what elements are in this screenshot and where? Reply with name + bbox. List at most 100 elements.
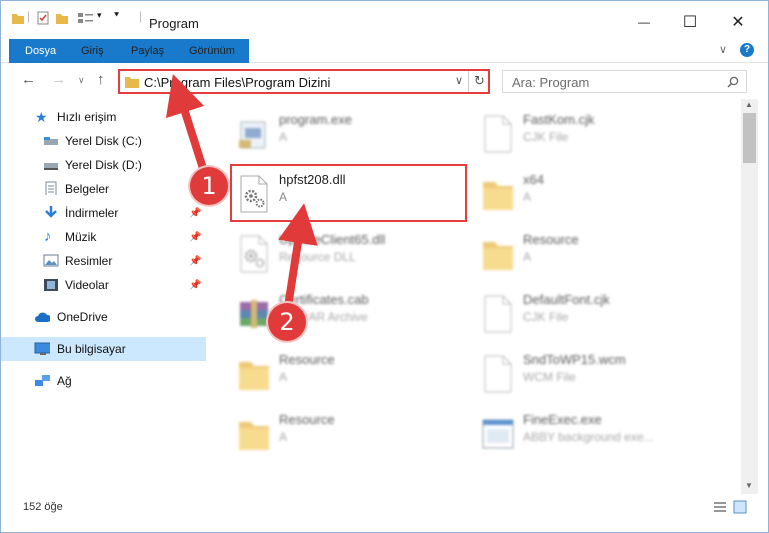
nav-item-network[interactable]: Ağ — [1, 369, 206, 393]
folder-icon — [481, 234, 515, 274]
star-icon: ★ — [35, 109, 48, 125]
folder-icon — [125, 77, 139, 88]
nav-item-local-disk-d[interactable]: Yerel Disk (D:) — [1, 153, 206, 177]
file-icon — [481, 114, 515, 154]
file-type: Resource DLL — [279, 250, 356, 264]
file-item[interactable]: FastKom.cjk CJK File — [475, 104, 715, 162]
nav-item-pictures[interactable]: Resimler 📌 — [1, 249, 206, 273]
minimize-icon: — — [638, 15, 650, 29]
file-type: A — [279, 370, 288, 384]
file-type: A — [279, 430, 288, 444]
scroll-down-icon[interactable]: ▼ — [745, 481, 753, 490]
address-bar[interactable]: C:\Program Files\Program Dizini ∨ ↻ — [118, 69, 490, 94]
file-type: CJK File — [523, 310, 569, 324]
nav-item-music[interactable]: ♪ Müzik 📌 — [1, 225, 206, 249]
file-name: Resource — [523, 232, 579, 247]
cloud-icon — [35, 312, 50, 322]
tab-paylas[interactable]: Paylaş — [121, 39, 174, 63]
file-icon — [481, 354, 515, 394]
expand-ribbon-icon[interactable]: ∨ — [719, 43, 727, 56]
archive-icon — [237, 294, 271, 334]
file-list: program.exe A FastKom.cjk CJK File hpfst208.… — [209, 99, 741, 494]
file-item[interactable]: Certificates.cab WinRAR Archive — [231, 284, 471, 342]
videos-icon — [44, 279, 58, 291]
nav-item-documents[interactable]: Belgeler 📌 — [1, 177, 206, 201]
maximize-button[interactable]: ☐ — [667, 7, 713, 37]
file-item[interactable]: UpdateClient65.dll Resource DLL — [231, 224, 471, 282]
minimize-button[interactable]: — — [621, 7, 667, 37]
maximize-icon: ☐ — [682, 14, 698, 31]
pin-icon[interactable]: 📌 — [189, 208, 201, 219]
search-icon — [727, 76, 739, 88]
file-name: Resource — [279, 352, 335, 367]
nav-item-videos[interactable]: Videolar 📌 — [1, 273, 206, 297]
computer-icon — [34, 342, 50, 355]
details-view-icon[interactable] — [713, 501, 727, 513]
file-type: CJK File — [523, 130, 569, 144]
tab-giris[interactable]: Giriş — [71, 39, 114, 63]
download-icon — [45, 206, 57, 218]
navigation-pane: ★ Hızlı erişim Yerel Disk (C:) Yerel Dis… — [1, 99, 206, 494]
nav-item-local-disk-c[interactable]: Yerel Disk (C:) — [1, 129, 206, 153]
scrollbar-thumb[interactable] — [743, 113, 756, 163]
recent-locations-icon[interactable]: ∨ — [78, 75, 85, 86]
help-icon[interactable]: ? — [740, 43, 754, 57]
properties-icon[interactable] — [36, 11, 50, 25]
back-button[interactable]: ← — [21, 71, 36, 88]
network-icon — [35, 375, 50, 386]
folder-icon — [12, 14, 24, 24]
file-item[interactable]: program.exe A — [231, 104, 471, 162]
highlighted-file-box — [230, 164, 467, 222]
app-window-icon — [481, 414, 515, 454]
new-folder-icon[interactable] — [55, 11, 69, 25]
file-item[interactable]: SndToWP15.wcm WCM File — [475, 344, 715, 402]
search-box[interactable]: Ara: Program — [502, 70, 747, 93]
file-item[interactable]: Resource A — [231, 404, 471, 462]
file-item[interactable]: DefaultFont.cjk CJK File — [475, 284, 715, 342]
nav-item-downloads[interactable]: İndirmeler 📌 — [1, 201, 206, 225]
nav-item-this-pc[interactable]: Bu bilgisayar — [1, 337, 206, 361]
vertical-scrollbar[interactable]: ▲ ▼ — [741, 99, 758, 494]
file-name: FastKom.cjk — [523, 112, 595, 127]
drive-icon — [44, 137, 58, 145]
file-name: SndToWP15.wcm — [523, 352, 626, 367]
pin-icon[interactable]: 📌 — [189, 232, 201, 243]
large-icons-view-icon[interactable] — [733, 500, 747, 514]
file-item[interactable]: Resource A — [231, 344, 471, 402]
view-options-icon[interactable] — [77, 11, 95, 25]
pin-icon[interactable]: 📌 — [189, 256, 201, 267]
scroll-up-icon[interactable]: ▲ — [745, 100, 753, 109]
pin-icon[interactable]: 📌 — [189, 280, 201, 291]
tab-gorunum[interactable]: Görünüm — [179, 39, 245, 63]
window-title: Program — [149, 16, 199, 31]
ribbon-tabs: Dosya Giriş Paylaş Görünüm ∨ ? — [1, 39, 768, 97]
up-button[interactable]: ↑ — [97, 71, 105, 88]
file-type: WCM File — [523, 370, 576, 384]
step-badge-2: 2 — [268, 303, 306, 341]
refresh-icon[interactable]: ↻ — [474, 73, 485, 89]
drive-icon — [44, 163, 58, 170]
address-path: C:\Program Files\Program Dizini — [144, 75, 331, 90]
folder-icon — [237, 354, 271, 394]
dropdown-arrow-icon[interactable]: ▾ — [97, 10, 102, 21]
explorer-window: | ▾ ⯆ | Program — ☐ ✕ Dosya Giriş Paylaş… — [0, 0, 769, 533]
nav-item-onedrive[interactable]: OneDrive — [1, 305, 206, 329]
close-button[interactable]: ✕ — [715, 7, 761, 37]
search-placeholder: Ara: Program — [512, 75, 590, 90]
nav-item-quick-access[interactable]: ★ Hızlı erişim — [1, 105, 206, 129]
file-item[interactable]: Resource A — [475, 224, 715, 282]
file-name: x64 — [523, 172, 544, 187]
file-item[interactable]: FineExec.exe ABBY background exe... — [475, 404, 715, 462]
address-dropdown-icon[interactable]: ∨ — [455, 74, 463, 87]
customize-toolbar-icon[interactable]: ⯆ — [113, 10, 120, 21]
file-type: A — [279, 130, 288, 144]
file-icon — [481, 294, 515, 334]
music-icon: ♪ — [44, 228, 52, 245]
forward-button[interactable]: → — [51, 71, 66, 88]
file-type: A — [523, 190, 532, 204]
file-name: FineExec.exe — [523, 412, 602, 427]
file-item[interactable]: x64 A — [475, 164, 715, 222]
close-icon: ✕ — [731, 14, 745, 31]
exe-icon — [237, 114, 271, 154]
file-name: Resource — [279, 412, 335, 427]
